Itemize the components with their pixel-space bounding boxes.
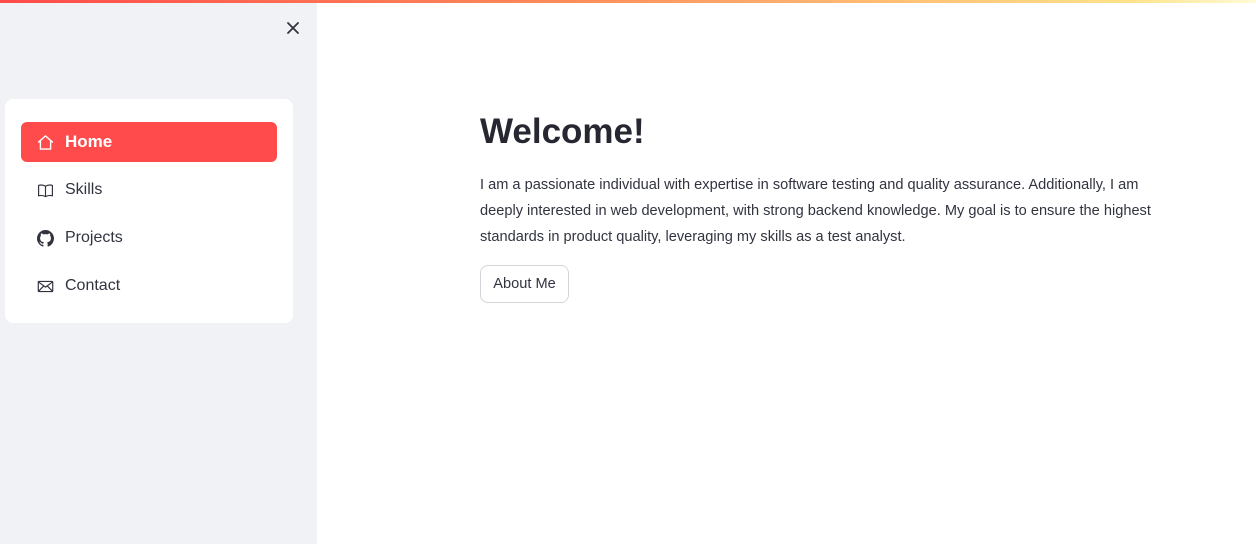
- github-icon: [36, 229, 54, 247]
- nav-item-label: Skills: [65, 181, 103, 198]
- nav-item-contact[interactable]: Contact: [21, 266, 277, 306]
- nav-item-projects[interactable]: Projects: [21, 218, 277, 258]
- close-sidebar-button[interactable]: [282, 17, 304, 39]
- nav-item-skills[interactable]: Skills: [21, 170, 277, 210]
- nav-item-label: Contact: [65, 277, 121, 294]
- about-me-button[interactable]: About Me: [480, 265, 569, 303]
- book-icon: [36, 181, 54, 199]
- close-icon: [287, 22, 299, 34]
- nav-item-label: Projects: [65, 229, 123, 246]
- page-title: Welcome!: [480, 112, 645, 151]
- intro-paragraph: I am a passionate individual with expert…: [480, 177, 1151, 245]
- nav-item-label: Home: [65, 132, 113, 151]
- nav-item-home[interactable]: Home: [21, 122, 277, 162]
- nav-menu: Home Skills Projects Contact: [5, 99, 293, 323]
- house-icon: [36, 133, 54, 151]
- envelope-icon: [36, 277, 54, 295]
- sidebar: Home Skills Projects Contact: [0, 3, 317, 544]
